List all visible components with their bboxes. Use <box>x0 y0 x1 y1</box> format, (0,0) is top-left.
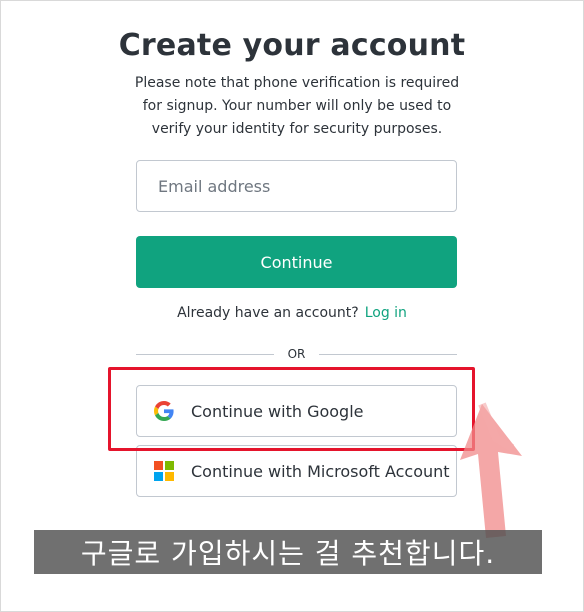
microsoft-button-label: Continue with Microsoft Account <box>191 461 450 481</box>
divider-line-left <box>136 353 274 355</box>
subtitle-caption: 구글로 가입하시는 걸 추천합니다. <box>34 530 542 574</box>
login-prompt: Already have an account? <box>177 305 359 321</box>
page-subtitle: Please note that phone verification is r… <box>134 75 460 137</box>
page-title: Create your account <box>118 28 466 63</box>
divider-line-right <box>319 353 458 355</box>
google-highlight-box <box>108 367 475 451</box>
microsoft-signin-button[interactable]: Continue with Microsoft Account <box>136 445 457 497</box>
login-link[interactable]: Log in <box>365 305 407 321</box>
continue-button[interactable]: Continue <box>136 236 457 288</box>
caption-text: 구글로 가입하시는 걸 추천합니다. <box>80 537 496 570</box>
email-field[interactable] <box>137 161 456 211</box>
divider-label: OR <box>287 347 306 361</box>
or-divider: OR <box>136 345 458 363</box>
email-field-container <box>136 160 457 212</box>
microsoft-icon <box>154 461 174 481</box>
pointer-arrow <box>460 402 522 538</box>
login-row: Already have an account? Log in <box>0 305 584 321</box>
